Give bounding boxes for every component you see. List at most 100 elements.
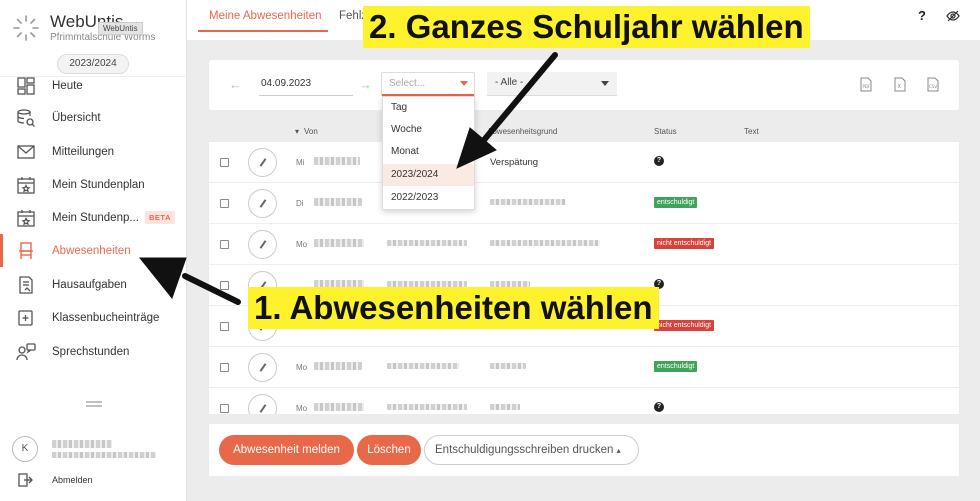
absences-table: ▾ Von Abwesenheitsgrund Status Text Mi V…	[209, 120, 959, 414]
filter-all-value: - Alle -	[495, 77, 524, 88]
sidebar-item-label: Sprechstunden	[52, 345, 130, 358]
sidebar-item-label: Mitteilungen	[52, 145, 115, 158]
sidebar-item-sprechstunden[interactable]: Sprechstunden	[0, 335, 186, 368]
chair-icon	[19, 241, 33, 259]
calendar-icon	[17, 209, 35, 227]
table-row[interactable]: Mi Verspätung ?	[209, 142, 959, 183]
previous-date-button[interactable]: ←	[229, 77, 242, 92]
period-select[interactable]: Select...	[381, 72, 475, 96]
unknown-status-icon: ?	[654, 402, 664, 412]
table-row[interactable]: Di entschuldigt	[209, 183, 959, 224]
edit-icon[interactable]	[248, 189, 277, 218]
blurred-user-name	[52, 440, 112, 448]
row-checkbox[interactable]	[220, 322, 229, 331]
filter-bar: ← 04.09.2023 → Select... - Alle - PDF X …	[209, 60, 959, 110]
table-row[interactable]: Mo entschuldigt	[209, 347, 959, 388]
row-checkbox[interactable]	[220, 363, 229, 372]
date-input[interactable]: 04.09.2023	[259, 74, 353, 96]
delete-button[interactable]: Löschen	[357, 435, 421, 465]
active-tab-indicator	[198, 30, 328, 32]
sidebar-item-label: Übersicht	[52, 111, 101, 124]
period-dropdown-menu: Tag Woche Monat 2023/2024 2022/2023	[382, 96, 475, 210]
help-icon[interactable]: ?	[918, 8, 930, 24]
sidebar-item-abwesenheiten[interactable]: Abwesenheiten	[0, 234, 186, 267]
eye-hidden-icon[interactable]	[946, 10, 960, 22]
row-checkbox[interactable]	[220, 404, 229, 413]
dropdown-option-woche[interactable]: Woche	[383, 119, 474, 141]
status-badge: entschuldigt	[654, 197, 698, 208]
sidebar-item-heute[interactable]: Heute	[0, 69, 186, 102]
column-header-status[interactable]: Status	[654, 127, 677, 136]
period-select-placeholder: Select...	[389, 78, 426, 89]
tab-meine-abwesenheiten[interactable]: Meine Abwesenheiten	[209, 10, 322, 22]
blurred-time	[387, 404, 467, 410]
row-checkbox[interactable]	[220, 199, 229, 208]
blurred-date	[314, 403, 364, 411]
next-date-button[interactable]: →	[359, 77, 372, 92]
dashboard-icon	[17, 76, 35, 95]
chevron-down-icon	[601, 81, 609, 86]
dropdown-option-monat[interactable]: Monat	[383, 141, 474, 163]
blurred-reason	[490, 363, 526, 369]
edit-icon[interactable]	[248, 230, 277, 259]
row-reason: Verspätung	[490, 157, 539, 168]
row-day: Mo	[296, 240, 308, 249]
dropdown-option-2022-2023[interactable]: 2022/2023	[383, 187, 474, 209]
sidebar-item-label: Hausaufgaben	[52, 278, 127, 291]
logout-button[interactable]: Abmelden	[0, 470, 187, 492]
sidebar-item-label: Mein Stundenplan	[52, 178, 145, 191]
row-day: Mo	[296, 404, 308, 413]
logout-icon	[18, 473, 33, 487]
caret-up-icon: ▴	[616, 446, 621, 455]
row-checkbox[interactable]	[220, 158, 229, 167]
sidebar-item-uebersicht[interactable]: Übersicht	[0, 101, 186, 134]
brand-tooltip: WebUntis	[98, 22, 143, 35]
collapse-menu-icon[interactable]	[86, 400, 102, 408]
row-checkbox[interactable]	[220, 281, 229, 290]
homework-icon	[19, 275, 33, 294]
sidebar-item-stundenplan[interactable]: Mein Stundenplan	[0, 168, 186, 201]
table-row[interactable]: Mo nicht entschuldigt	[209, 224, 959, 265]
chevron-down-icon	[460, 81, 468, 86]
sidebar-item-label: Mein Stundenp...	[52, 211, 139, 224]
blurred-date	[314, 362, 362, 370]
table-header: ▾ Von Abwesenheitsgrund Status Text	[209, 120, 959, 142]
column-header-von[interactable]: Von	[304, 127, 318, 136]
database-search-icon	[17, 108, 35, 127]
svg-text:PDF: PDF	[863, 84, 871, 89]
sidebar-item-mitteilungen[interactable]: Mitteilungen	[0, 135, 186, 168]
sidebar-item-klassenbuch[interactable]: Klassenbucheinträge	[0, 301, 186, 334]
report-absence-button[interactable]: Abwesenheit melden	[219, 435, 354, 465]
column-header-text[interactable]: Text	[744, 127, 759, 136]
column-header-grund[interactable]: Abwesenheitsgrund	[487, 127, 557, 136]
dropdown-option-tag[interactable]: Tag	[383, 97, 474, 119]
blurred-date	[314, 198, 362, 206]
edit-icon[interactable]	[248, 353, 277, 382]
print-excuse-button[interactable]: Entschuldigungsschreiben drucken ▴	[424, 435, 639, 465]
row-checkbox[interactable]	[220, 240, 229, 249]
sidebar-item-stundenplan-beta[interactable]: Mein Stundenp... BETA	[0, 201, 186, 234]
status-badge: entschuldigt	[654, 361, 698, 372]
edit-icon[interactable]	[248, 394, 277, 414]
pdf-export-icon[interactable]: PDF	[860, 77, 872, 92]
svg-text:X: X	[898, 84, 902, 90]
excel-export-icon[interactable]: X	[894, 77, 906, 92]
sidebar-item-hausaufgaben[interactable]: Hausaufgaben	[0, 268, 186, 301]
user-profile[interactable]: K	[0, 434, 187, 462]
status-badge: nicht entschuldigt	[654, 238, 715, 249]
sidebar: WebUntis Pfrimmtalschule Worms WebUntis …	[0, 0, 187, 501]
avatar: K	[12, 436, 38, 462]
blurred-user-detail	[52, 452, 156, 458]
filter-all-select[interactable]: - Alle -	[487, 72, 617, 96]
annotation-step-2: 2. Ganzes Schuljahr wählen	[363, 6, 810, 48]
sort-desc-icon[interactable]: ▾	[295, 127, 299, 136]
blurred-time	[387, 240, 467, 246]
dropdown-option-2023-2024[interactable]: 2023/2024	[383, 164, 474, 186]
action-bar: Abwesenheit melden Löschen Entschuldigun…	[209, 424, 959, 476]
csv-export-icon[interactable]: CSV	[927, 77, 939, 92]
mail-icon	[17, 144, 35, 159]
blurred-date	[314, 157, 360, 165]
edit-icon[interactable]	[248, 148, 277, 177]
table-row[interactable]: Mo ?	[209, 388, 959, 414]
sidebar-item-label: Abwesenheiten	[52, 244, 131, 257]
